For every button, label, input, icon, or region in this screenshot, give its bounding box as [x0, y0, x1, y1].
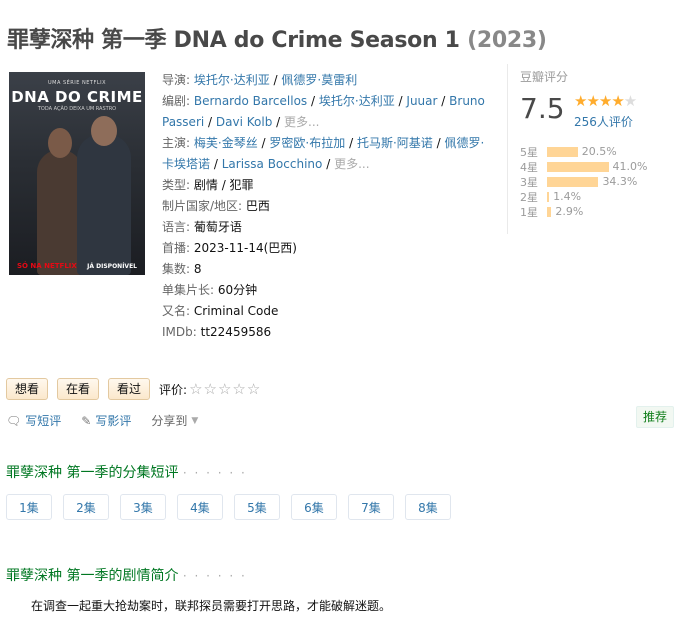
rating-bar-row: 5星 20.5% — [520, 144, 670, 159]
synopsis-section-heading: 罪孽深种 第一季的剧情简介 · · · · · · — [6, 568, 247, 584]
rating-bar-label: 5星 — [520, 145, 538, 159]
info-episodes: 集数: 8 — [162, 262, 202, 276]
rating-bar-fill — [547, 206, 552, 217]
rating-bar-row: 2星 1.4% — [520, 189, 670, 204]
info-runtime: 单集片长: 60分钟 — [162, 283, 258, 297]
writer-link[interactable]: 埃托尔·达利亚 — [319, 94, 395, 108]
rating-bar-label: 3星 — [520, 175, 538, 189]
rating-count-link[interactable]: 256人评价 — [574, 113, 633, 130]
episode-button[interactable]: 7集 — [348, 494, 394, 520]
episode-button[interactable]: 8集 — [405, 494, 451, 520]
info-panel: 导演: 埃托尔·达利亚 / 佩德罗·莫雷利 编剧: Bernardo Barce… — [162, 70, 494, 343]
rating-distribution: 5星 20.5% 4星 41.0% 3星 34.3% 2星 1.4% 1星 2.9% — [520, 144, 670, 219]
director-link[interactable]: 埃托尔·达利亚 — [194, 73, 270, 87]
rating-bar-percent: 20.5% — [581, 145, 617, 158]
rating-bar-label: 1星 — [520, 205, 538, 219]
writers-more-link[interactable]: 更多... — [284, 115, 319, 129]
cast-link[interactable]: 梅芙·金琴丝 — [194, 136, 258, 150]
rating-label: 豆瓣评分 — [520, 70, 569, 84]
poster-title: DNA DO CRIME — [11, 88, 143, 106]
director-link[interactable]: 佩德罗·莫雷利 — [281, 73, 357, 87]
poster-figure-man — [77, 116, 131, 275]
rating-bar-percent: 41.0% — [612, 160, 648, 173]
info-aka: 又名: Criminal Code — [162, 304, 279, 318]
chevron-down-icon[interactable]: ▼ — [191, 416, 198, 426]
rating-score: 7.5 — [520, 92, 565, 125]
episode-button[interactable]: 4集 — [177, 494, 223, 520]
episode-section-heading: 罪孽深种 第一季的分集短评 · · · · · · — [6, 465, 247, 481]
poster-top-text: UMA SÉRIE NETFLIX — [47, 80, 107, 86]
rating-panel: 豆瓣评分 7.5 ★★★★★ 256人评价 5星 20.5% 4星 41.0% 3星 34… — [507, 64, 670, 234]
rating-bar-fill — [547, 176, 599, 187]
pencil-icon: ✎ — [81, 413, 92, 428]
poster-brand: SÓ NA NETFLIX — [17, 262, 77, 270]
rating-bar-percent: 34.3% — [602, 175, 638, 188]
title-main: 罪孽深种 第一季 DNA do Crime Season 1 — [7, 28, 460, 53]
write-review-link[interactable]: 写影评 — [95, 412, 131, 429]
rating-bar-row: 4星 41.0% — [520, 159, 670, 174]
info-country: 制片国家/地区: 巴西 — [162, 199, 270, 213]
rating-bar-fill — [547, 191, 550, 202]
cast-link[interactable]: 托马斯·阿基诺 — [357, 136, 433, 150]
title-year: (2023) — [467, 28, 547, 53]
share-bar: 🗨 写短评 ✎ 写影评 分享到 ▼ — [6, 412, 202, 429]
info-language: 语言: 葡萄牙语 — [162, 220, 242, 234]
rating-bar-row: 1星 2.9% — [520, 204, 670, 219]
page-title: 罪孽深种 第一季 DNA do Crime Season 1 (2023) — [7, 22, 677, 54]
info-genre: 类型: 剧情 / 犯罪 — [162, 178, 254, 192]
poster-availability: JÁ DISPONÍVEL — [87, 263, 137, 270]
write-short-review-link[interactable]: 写短评 — [25, 412, 61, 429]
rating-bar-percent: 2.9% — [555, 205, 584, 218]
rating-bar-label: 2星 — [520, 190, 538, 204]
info-cast: 主演: 梅芙·金琴丝 / 罗密欧·布拉加 / 托马斯·阿基诺 / 佩德罗·卡埃塔… — [162, 136, 485, 171]
watching-button[interactable]: 在看 — [57, 378, 100, 400]
synopsis-text: 在调查一起重大抢劫案时，联邦探员需要打开思路，才能破解迷题。 — [31, 599, 392, 613]
writer-link[interactable]: Davi Kolb — [216, 115, 272, 129]
episode-button[interactable]: 3集 — [120, 494, 166, 520]
episode-list: 1集 2集 3集 4集 5集 6集 7集 8集 — [6, 494, 462, 520]
info-imdb: IMDb: tt22459586 — [162, 325, 272, 339]
recommend-button[interactable]: 推荐 — [635, 406, 674, 428]
rating-bar-label: 4星 — [520, 160, 538, 174]
rating-bar-percent: 1.4% — [553, 190, 582, 203]
rating-bar-row: 3星 34.3% — [520, 174, 670, 189]
want-to-watch-button[interactable]: 想看 — [6, 378, 49, 400]
poster-image[interactable]: UMA SÉRIE NETFLIX DNA DO CRIME TODA AÇÃO… — [9, 72, 145, 275]
info-director: 导演: 埃托尔·达利亚 / 佩德罗·莫雷利 — [162, 73, 358, 87]
episode-button[interactable]: 5集 — [234, 494, 280, 520]
episode-button[interactable]: 1集 — [6, 494, 52, 520]
writer-link[interactable]: Juuar — [406, 94, 437, 108]
episode-button[interactable]: 6集 — [291, 494, 337, 520]
rate-stars-input[interactable]: ☆☆☆☆☆ — [189, 380, 261, 398]
writer-link[interactable]: Bernardo Barcellos — [194, 94, 307, 108]
cast-link[interactable]: 罗密欧·布拉加 — [269, 136, 345, 150]
rating-bar-fill — [547, 161, 609, 172]
watched-button[interactable]: 看过 — [108, 378, 151, 400]
info-premiere: 首播: 2023-11-14(巴西) — [162, 241, 297, 255]
comment-icon: 🗨 — [6, 413, 22, 428]
poster-tagline: TODA AÇÃO DEIXA UM RASTRO — [37, 106, 117, 112]
cast-more-link[interactable]: 更多... — [334, 157, 369, 171]
rate-label: 评价: — [159, 382, 188, 397]
cast-link[interactable]: Larissa Bocchino — [222, 157, 323, 171]
rating-stars-icon: ★★★★★ — [574, 92, 637, 110]
episode-button[interactable]: 2集 — [63, 494, 109, 520]
action-bar: 想看 在看 看过 评价: ☆☆☆☆☆ — [6, 378, 261, 400]
info-writer: 编剧: Bernardo Barcellos / 埃托尔·达利亚 / Juuar… — [162, 94, 485, 129]
rating-bar-fill — [547, 146, 578, 157]
share-to-dropdown[interactable]: 分享到 — [151, 412, 187, 429]
